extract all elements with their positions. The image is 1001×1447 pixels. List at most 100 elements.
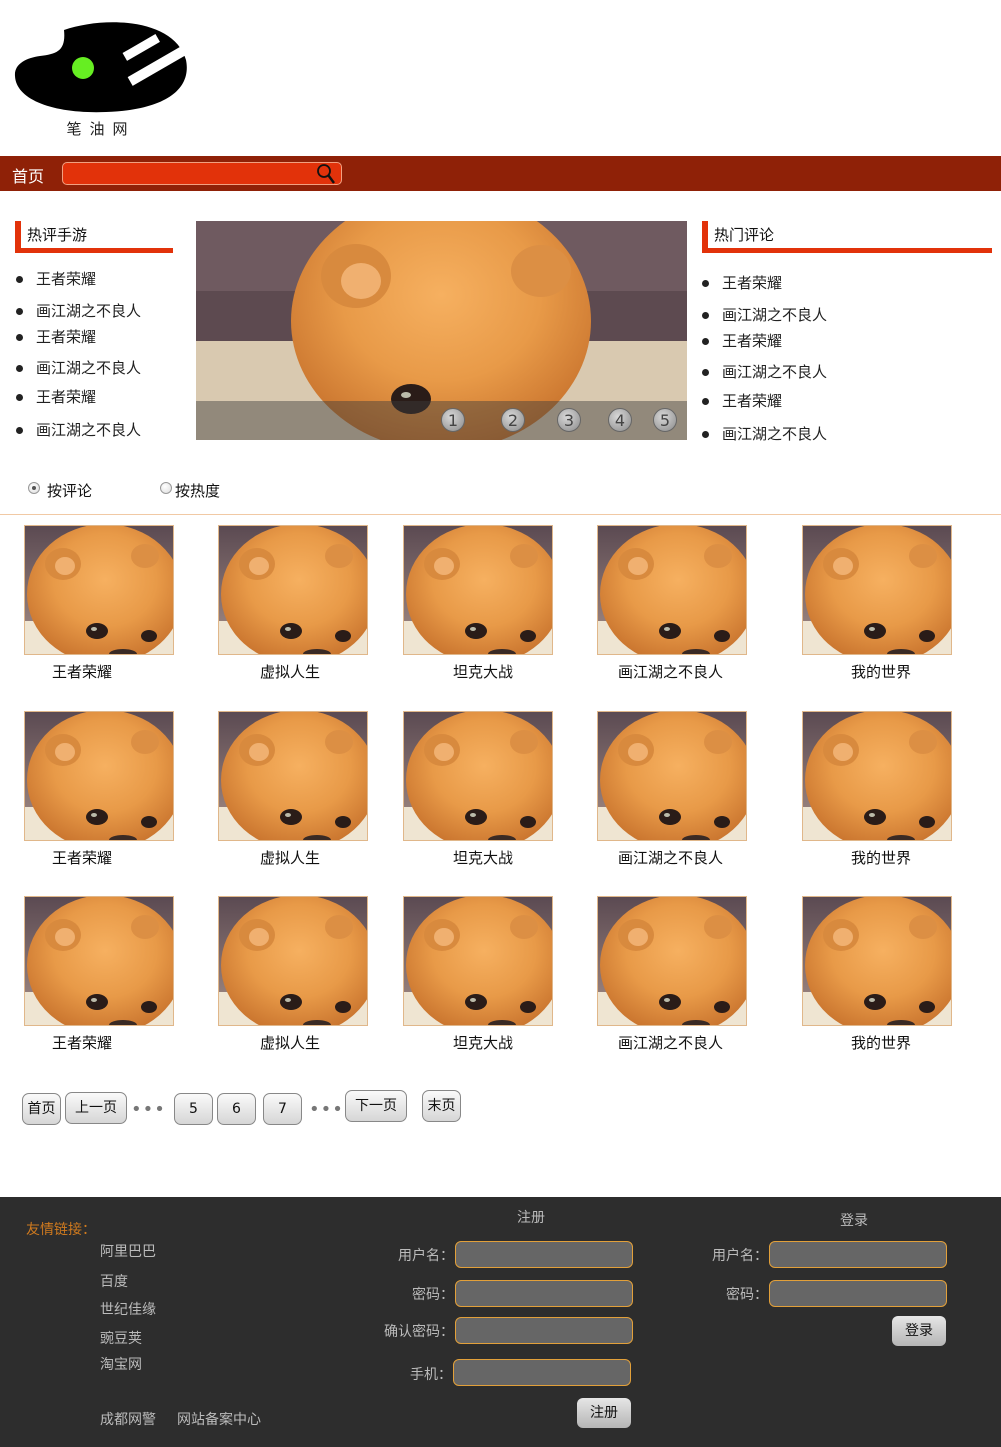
game-title[interactable]: 画江湖之不良人 (618, 1032, 723, 1053)
game-thumbnail[interactable] (218, 525, 368, 655)
game-thumbnail[interactable] (597, 896, 747, 1026)
hot-game-item[interactable]: 画江湖之不良人 (15, 357, 141, 378)
login-password-input[interactable] (769, 1280, 947, 1307)
game-title[interactable]: 我的世界 (851, 661, 911, 682)
game-image (404, 526, 552, 654)
next-page-button[interactable]: 下一页 (345, 1090, 407, 1122)
game-thumbnail[interactable] (802, 525, 952, 655)
game-title[interactable]: 王者荣耀 (52, 661, 112, 682)
sort-by-comment-label[interactable]: 按评论 (47, 480, 92, 501)
banner-slider[interactable]: 1 2 3 4 5 (196, 221, 687, 440)
hot-comment-item[interactable]: 王者荣耀 (701, 272, 782, 293)
game-thumbnail[interactable] (24, 525, 174, 655)
game-thumbnail[interactable] (802, 711, 952, 841)
first-page-button[interactable]: 首页 (22, 1093, 61, 1125)
game-title[interactable]: 坦克大战 (453, 661, 513, 682)
last-page-button[interactable]: 末页 (422, 1090, 461, 1122)
game-thumbnail[interactable] (24, 896, 174, 1026)
hot-comment-item[interactable]: 王者荣耀 (701, 390, 782, 411)
game-title[interactable]: 画江湖之不良人 (618, 847, 723, 868)
hot-games-header: 热评手游 (15, 221, 173, 253)
game-thumbnail[interactable] (597, 711, 747, 841)
register-username-label: 用户名： (398, 1248, 454, 1264)
game-thumbnail[interactable] (802, 896, 952, 1026)
game-title[interactable]: 坦克大战 (453, 1032, 513, 1053)
hot-game-item[interactable]: 王者荣耀 (15, 268, 96, 289)
pagination-ellipsis: ••• (131, 1099, 166, 1120)
logo-text: 笔油网 (66, 120, 136, 138)
register-password-label: 密码： (412, 1287, 454, 1303)
slide-indicator[interactable]: 2 (501, 408, 525, 432)
game-image (219, 712, 367, 840)
prev-page-button[interactable]: 上一页 (65, 1092, 127, 1124)
footer-link-police[interactable]: 成都网警 (100, 1409, 156, 1429)
game-image (598, 526, 746, 654)
game-thumbnail[interactable] (24, 711, 174, 841)
hot-game-item[interactable]: 王者荣耀 (15, 386, 96, 407)
game-title[interactable]: 虚拟人生 (260, 661, 320, 682)
search-icon[interactable] (316, 163, 336, 185)
page-button-6[interactable]: 6 (217, 1093, 256, 1125)
hot-game-item[interactable]: 画江湖之不良人 (15, 300, 141, 321)
game-image (25, 897, 173, 1025)
game-title[interactable]: 画江湖之不良人 (618, 661, 723, 682)
game-thumbnail[interactable] (403, 896, 553, 1026)
sort-by-popularity-label[interactable]: 按热度 (175, 480, 220, 501)
friend-link[interactable]: 阿里巴巴 (100, 1241, 156, 1261)
hot-comment-item[interactable]: 王者荣耀 (701, 330, 782, 351)
register-phone-label: 手机： (410, 1367, 452, 1383)
game-title[interactable]: 虚拟人生 (260, 1032, 320, 1053)
section-divider (0, 514, 1001, 515)
game-title[interactable]: 王者荣耀 (52, 1032, 112, 1053)
slide-indicator[interactable]: 1 (441, 408, 465, 432)
pagination-ellipsis: ••• (309, 1099, 344, 1120)
friend-link[interactable]: 豌豆荚 (100, 1328, 142, 1348)
hot-comments-title: 热门评论 (714, 226, 775, 244)
hot-comment-item[interactable]: 画江湖之不良人 (701, 304, 827, 325)
login-button[interactable]: 登录 (892, 1316, 946, 1346)
footer-link-icp[interactable]: 网站备案中心 (177, 1409, 261, 1429)
game-title[interactable]: 虚拟人生 (260, 847, 320, 868)
game-thumbnail[interactable] (597, 525, 747, 655)
register-confirm-label: 确认密码： (384, 1324, 454, 1340)
register-password-input[interactable] (455, 1280, 633, 1307)
game-image (404, 712, 552, 840)
sort-by-popularity-radio[interactable] (160, 482, 172, 494)
login-username-input[interactable] (769, 1241, 947, 1268)
register-username-input[interactable] (455, 1241, 633, 1268)
game-thumbnail[interactable] (218, 711, 368, 841)
search-input[interactable] (62, 162, 342, 185)
slide-indicator[interactable]: 5 (653, 408, 677, 432)
friend-link[interactable]: 世纪佳缘 (100, 1299, 156, 1319)
slide-indicator[interactable]: 3 (557, 408, 581, 432)
nav-home-link[interactable]: 首页 (12, 163, 44, 187)
game-image (404, 897, 552, 1025)
game-title[interactable]: 我的世界 (851, 1032, 911, 1053)
slide-indicator[interactable]: 4 (608, 408, 632, 432)
friend-links-title: 友情链接： (26, 1222, 96, 1238)
login-title: 登录 (840, 1213, 868, 1229)
game-image (803, 526, 951, 654)
register-button[interactable]: 注册 (577, 1398, 631, 1428)
page-button-7[interactable]: 7 (263, 1093, 302, 1125)
game-title[interactable]: 坦克大战 (453, 847, 513, 868)
sort-by-comment-radio[interactable] (28, 482, 40, 494)
game-thumbnail[interactable] (403, 525, 553, 655)
site-logo[interactable] (14, 20, 190, 114)
friend-link[interactable]: 百度 (100, 1271, 128, 1291)
game-title[interactable]: 王者荣耀 (52, 847, 112, 868)
hot-game-item[interactable]: 王者荣耀 (15, 326, 96, 347)
friend-link[interactable]: 淘宝网 (100, 1354, 142, 1374)
hot-comment-item[interactable]: 画江湖之不良人 (701, 361, 827, 382)
register-confirm-input[interactable] (455, 1317, 633, 1344)
game-thumbnail[interactable] (403, 711, 553, 841)
hot-comment-item[interactable]: 画江湖之不良人 (701, 423, 827, 444)
register-title: 注册 (517, 1210, 545, 1226)
game-image (25, 526, 173, 654)
page-button-5[interactable]: 5 (174, 1093, 213, 1125)
game-thumbnail[interactable] (218, 896, 368, 1026)
hot-game-item[interactable]: 画江湖之不良人 (15, 419, 141, 440)
game-title[interactable]: 我的世界 (851, 847, 911, 868)
register-phone-input[interactable] (453, 1359, 631, 1386)
login-password-label: 密码： (726, 1287, 768, 1303)
